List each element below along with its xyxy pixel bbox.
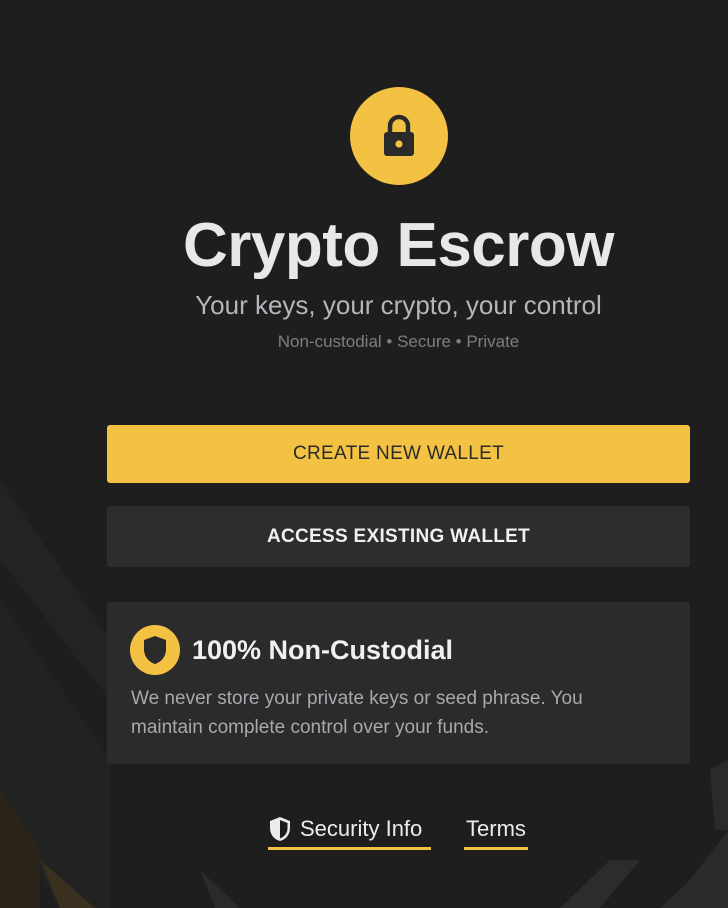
page: Crypto Escrow Your keys, your crypto, yo… xyxy=(0,0,728,908)
security-info-label: Security Info xyxy=(300,815,423,841)
terms-link[interactable]: Terms xyxy=(464,810,528,850)
security-info-link[interactable]: Security Info xyxy=(268,810,431,850)
app-subtitle: Your keys, your crypto, your control xyxy=(195,290,602,320)
non-custodial-card: 100% Non-Custodial We never store your p… xyxy=(107,602,690,764)
card-header: 100% Non-Custodial xyxy=(130,625,453,675)
card-title: 100% Non-Custodial xyxy=(192,634,454,665)
terms-label: Terms xyxy=(466,815,526,841)
access-wallet-button[interactable]: ACCESS EXISTING WALLET xyxy=(107,506,690,567)
card-description: We never store your private keys or seed… xyxy=(131,688,583,738)
shield-icon xyxy=(130,625,180,675)
create-wallet-button[interactable]: CREATE NEW WALLET xyxy=(107,425,690,483)
app-tagline: Non-custodial • Secure • Private xyxy=(277,332,520,351)
app-title: Crypto Escrow xyxy=(182,211,615,280)
shield-check-icon xyxy=(268,816,292,842)
lock-icon xyxy=(350,87,448,185)
